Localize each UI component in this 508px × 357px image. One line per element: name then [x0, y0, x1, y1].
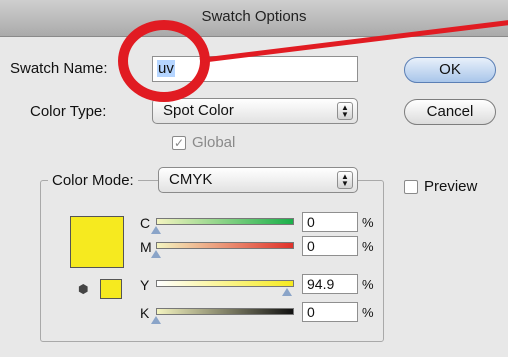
slider-thumb-magenta[interactable] [151, 250, 161, 258]
ok-button[interactable]: OK [404, 57, 496, 83]
color-swatch-preview [70, 216, 124, 268]
channel-label-k: K [140, 305, 150, 321]
updown-arrows-icon: ▲ ▼ [337, 102, 353, 120]
black-value-field[interactable]: 0 [302, 302, 358, 322]
out-of-gamut-swatch[interactable] [100, 279, 122, 299]
slider-thumb-cyan[interactable] [151, 226, 161, 234]
cyan-value-field[interactable]: 0 [302, 212, 358, 232]
yellow-value-field[interactable]: 94.9 [302, 274, 358, 294]
swatch-name-label: Swatch Name: [10, 60, 108, 77]
color-mode-value: CMYK [169, 171, 213, 188]
color-mode-select[interactable]: CMYK ▲ ▼ [158, 167, 358, 193]
slider-thumb-yellow[interactable] [281, 288, 292, 296]
color-type-select[interactable]: Spot Color ▲ ▼ [152, 98, 358, 124]
updown-arrows-icon: ▲ ▼ [337, 171, 353, 189]
slider-thumb-black[interactable] [151, 316, 161, 324]
color-type-value: Spot Color [163, 102, 234, 119]
channel-label-m: M [140, 239, 152, 255]
preview-checkbox[interactable] [404, 180, 418, 194]
color-type-label: Color Type: [30, 103, 107, 120]
percent-label: % [362, 215, 374, 230]
slider-black[interactable] [156, 308, 294, 315]
checkmark-icon: ✓ [173, 136, 185, 150]
global-checkbox[interactable]: ✓ [172, 136, 186, 150]
channel-label-y: Y [140, 277, 150, 293]
percent-label: % [362, 277, 374, 292]
slider-magenta[interactable] [156, 242, 294, 249]
percent-label: % [362, 305, 374, 320]
annotation-circle [118, 20, 210, 102]
cube-icon[interactable]: ⬢ [78, 282, 88, 296]
channel-label-c: C [140, 215, 151, 231]
preview-label: Preview [424, 178, 478, 195]
window-title: Swatch Options [201, 8, 307, 25]
global-label: Global [192, 134, 236, 151]
magenta-value-field[interactable]: 0 [302, 236, 358, 256]
color-mode-label: Color Mode: [48, 172, 138, 189]
slider-yellow[interactable] [156, 280, 294, 287]
percent-label: % [362, 239, 374, 254]
cancel-button[interactable]: Cancel [404, 99, 496, 125]
slider-cyan[interactable] [156, 218, 294, 225]
